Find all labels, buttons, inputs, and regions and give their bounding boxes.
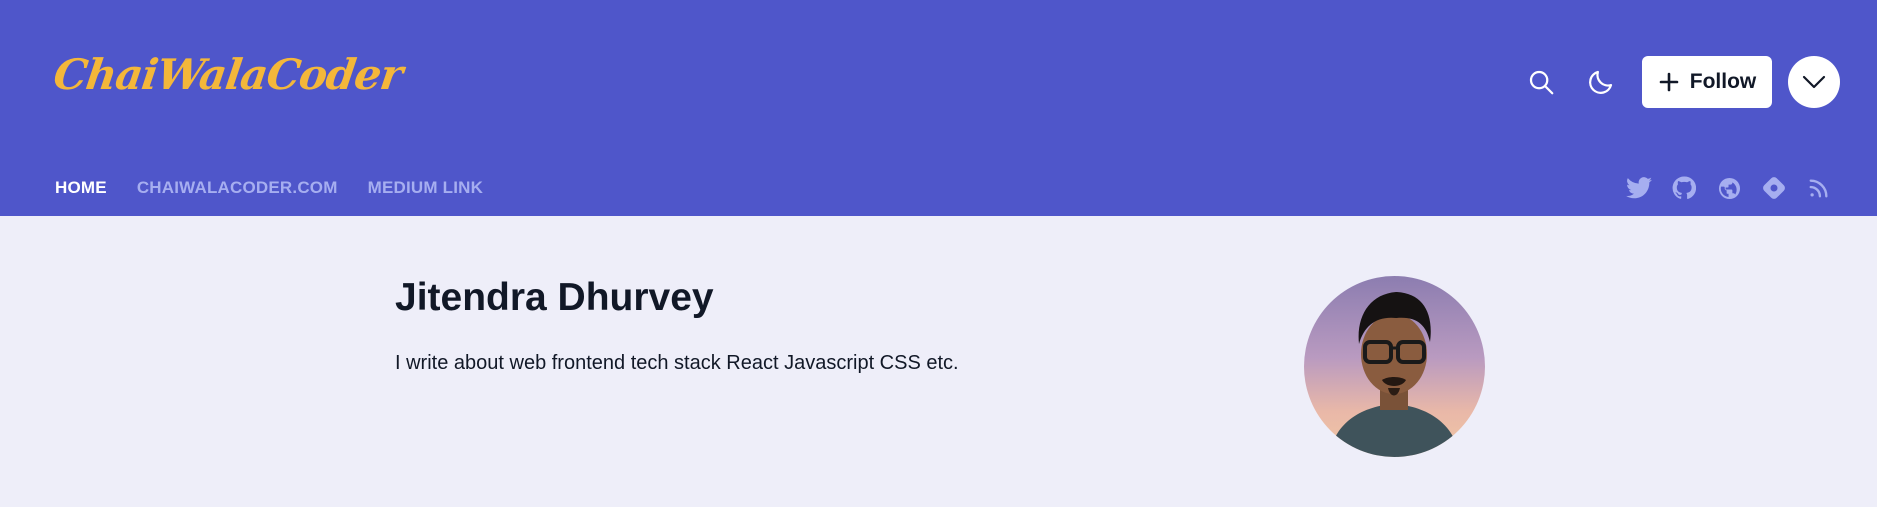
social-links (1626, 175, 1832, 201)
avatar-portrait (1329, 292, 1460, 457)
rss-link[interactable] (1806, 175, 1832, 201)
main-nav: HOME CHAIWALACODER.COM MEDIUM LINK (55, 178, 483, 198)
follow-label: Follow (1689, 70, 1757, 93)
hashnode-link[interactable] (1761, 175, 1787, 201)
nav-item-medium[interactable]: MEDIUM LINK (368, 178, 484, 198)
github-link[interactable] (1671, 175, 1697, 201)
profile-name: Jitendra Dhurvey (395, 276, 714, 319)
github-icon (1672, 176, 1696, 200)
twitter-icon (1626, 177, 1652, 199)
moon-icon (1589, 70, 1613, 94)
hashnode-icon (1763, 177, 1785, 199)
theme-toggle-button[interactable] (1577, 58, 1625, 106)
chevron-down-icon (1802, 75, 1826, 89)
plus-icon (1658, 71, 1680, 93)
globe-icon (1718, 177, 1740, 199)
account-menu-button[interactable] (1788, 56, 1840, 108)
site-logo[interactable]: ChaiWalaCoder (51, 50, 406, 99)
search-button[interactable] (1517, 58, 1565, 106)
twitter-link[interactable] (1626, 175, 1652, 201)
nav-item-chaiwalacoder[interactable]: CHAIWALACODER.COM (137, 178, 338, 198)
nav-item-home[interactable]: HOME (55, 178, 107, 198)
rss-icon (1809, 179, 1828, 198)
profile-bio: I write about web frontend tech stack Re… (395, 352, 959, 374)
search-icon (1529, 70, 1554, 95)
profile-avatar (1304, 276, 1485, 457)
site-header: ChaiWalaCoder Follow HOME CHAIWALACODER.… (0, 0, 1877, 216)
website-link[interactable] (1716, 175, 1742, 201)
follow-button[interactable]: Follow (1642, 56, 1772, 108)
